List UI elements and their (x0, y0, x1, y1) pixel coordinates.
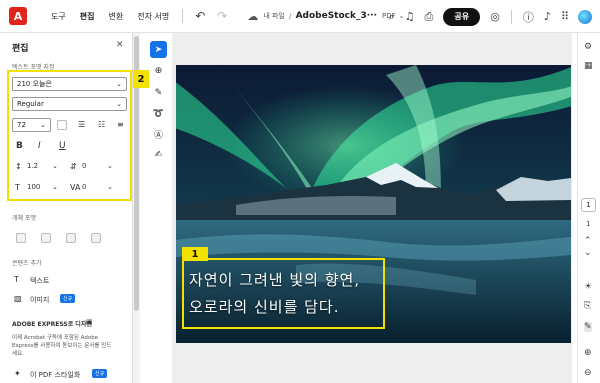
callout-box-1 (182, 258, 385, 329)
avatar[interactable] (578, 9, 592, 24)
signature-icon[interactable]: ✍ (150, 146, 167, 163)
help-icon[interactable]: ⓘ (523, 9, 534, 25)
chevron-down-icon[interactable]: ⌄ (584, 248, 592, 258)
pen-icon[interactable]: ✎ (150, 84, 167, 101)
breadcrumb-root[interactable]: 내 파일 (263, 11, 285, 21)
settings-icon[interactable]: ⚙ (584, 42, 592, 52)
add-text-button[interactable]: 텍스트 (30, 276, 49, 286)
print-icon[interactable]: ⎙ (424, 10, 433, 24)
express-title: ADOBE EXPRESS로 디자인 (12, 321, 92, 328)
grid-view-icon[interactable]: ▦ (584, 61, 593, 71)
chevron-up-icon[interactable]: ⌃ (584, 236, 592, 246)
new-badge: 신규 (60, 294, 76, 303)
page-number-current[interactable]: 1 (581, 198, 596, 212)
divider (182, 9, 184, 23)
headphones-icon[interactable]: ♫ (405, 10, 415, 23)
zoom-comment-icon[interactable]: ⊕ (150, 62, 167, 79)
menu-edit[interactable]: 편집 (73, 11, 102, 22)
brightness-icon[interactable]: ☀ (584, 282, 592, 292)
apps-grid-icon[interactable]: ⠿ (561, 10, 569, 23)
arrange-front-icon (16, 233, 26, 243)
top-toolbar: A 도구 편집 변환 전자 서명 ↶ ↷ ☁ 내 파일 / AdobeStock… (0, 0, 600, 33)
right-rail: ⚙ ▦ 1 1 ⌃ ⌄ ☀ ⎘ ✎ ⊕ ⊖ (577, 33, 600, 383)
object-format-label: 개체 포맷 (12, 215, 36, 222)
bell-icon[interactable]: ♪ (544, 10, 551, 23)
add-content-label: 콘텐츠 추가 (12, 260, 42, 267)
acrobat-logo-icon[interactable]: A (9, 7, 27, 25)
search-icon[interactable]: ⌕ (388, 10, 394, 24)
menu-tools[interactable]: 도구 (44, 11, 73, 22)
menu-convert[interactable]: 변환 (101, 11, 130, 22)
express-desc-line: 이제 Acrobat 구독에 포함된 Adobe (12, 335, 99, 341)
divider (510, 9, 512, 24)
save-page-icon[interactable]: ⎘ (584, 301, 591, 311)
new-badge: 신규 (92, 369, 108, 378)
express-desc-line: Express를 사용하여 돋보이는 문서를 만드 (12, 343, 112, 349)
cloud-icon: ☁ (247, 9, 259, 23)
page-number-total: 1 (586, 220, 591, 228)
express-info-icon[interactable]: ▣ (86, 318, 93, 326)
main-menu: 도구 편집 변환 전자 서명 (44, 11, 176, 22)
check-circle-icon[interactable]: ◎ (490, 10, 500, 23)
toolbar-right: ⌕ ♫ ⎙ 공유 ◎ ⓘ ♪ ⠿ (383, 0, 600, 33)
callout-label-2: 2 (133, 70, 149, 88)
close-icon[interactable]: ✕ (116, 40, 124, 50)
add-text-icon[interactable]: T (14, 275, 19, 284)
zoom-in-icon[interactable]: ⊕ (584, 348, 592, 358)
redo-icon[interactable]: ↷ (217, 9, 227, 23)
share-button[interactable]: 공유 (443, 7, 481, 26)
select-tool-icon[interactable]: ➤ (150, 41, 167, 58)
menu-esign[interactable]: 전자 서명 (130, 11, 176, 22)
undo-icon[interactable]: ↶ (195, 9, 205, 23)
express-desc-line: 세요. (12, 351, 24, 357)
panel-title: 편집 (12, 44, 29, 54)
express-description: 이제 Acrobat 구독에 포함된 Adobe Express를 사용하여 돋… (12, 334, 111, 358)
zoom-out-icon[interactable]: ⊖ (584, 368, 592, 378)
callout-box-2 (7, 70, 132, 201)
edit-document-icon[interactable]: ✎ (584, 322, 592, 332)
breadcrumb-separator: / (288, 11, 292, 21)
add-image-icon[interactable]: ▧ (14, 294, 22, 303)
ungroup-icon (91, 233, 101, 243)
group-icon (66, 233, 76, 243)
add-image-button[interactable]: 이미지 (30, 295, 49, 305)
stylize-pdf-button[interactable]: 이 PDF 스타일화 (30, 370, 80, 380)
file-name[interactable]: AdobeStock_3··· (296, 11, 377, 21)
callout-label-1: 1 (182, 247, 208, 261)
lasso-icon[interactable]: ➰ (150, 105, 167, 122)
text-select-icon[interactable]: Ⓐ (150, 126, 167, 143)
stylize-icon[interactable]: ✦ (14, 369, 21, 378)
arrange-back-icon (41, 233, 51, 243)
